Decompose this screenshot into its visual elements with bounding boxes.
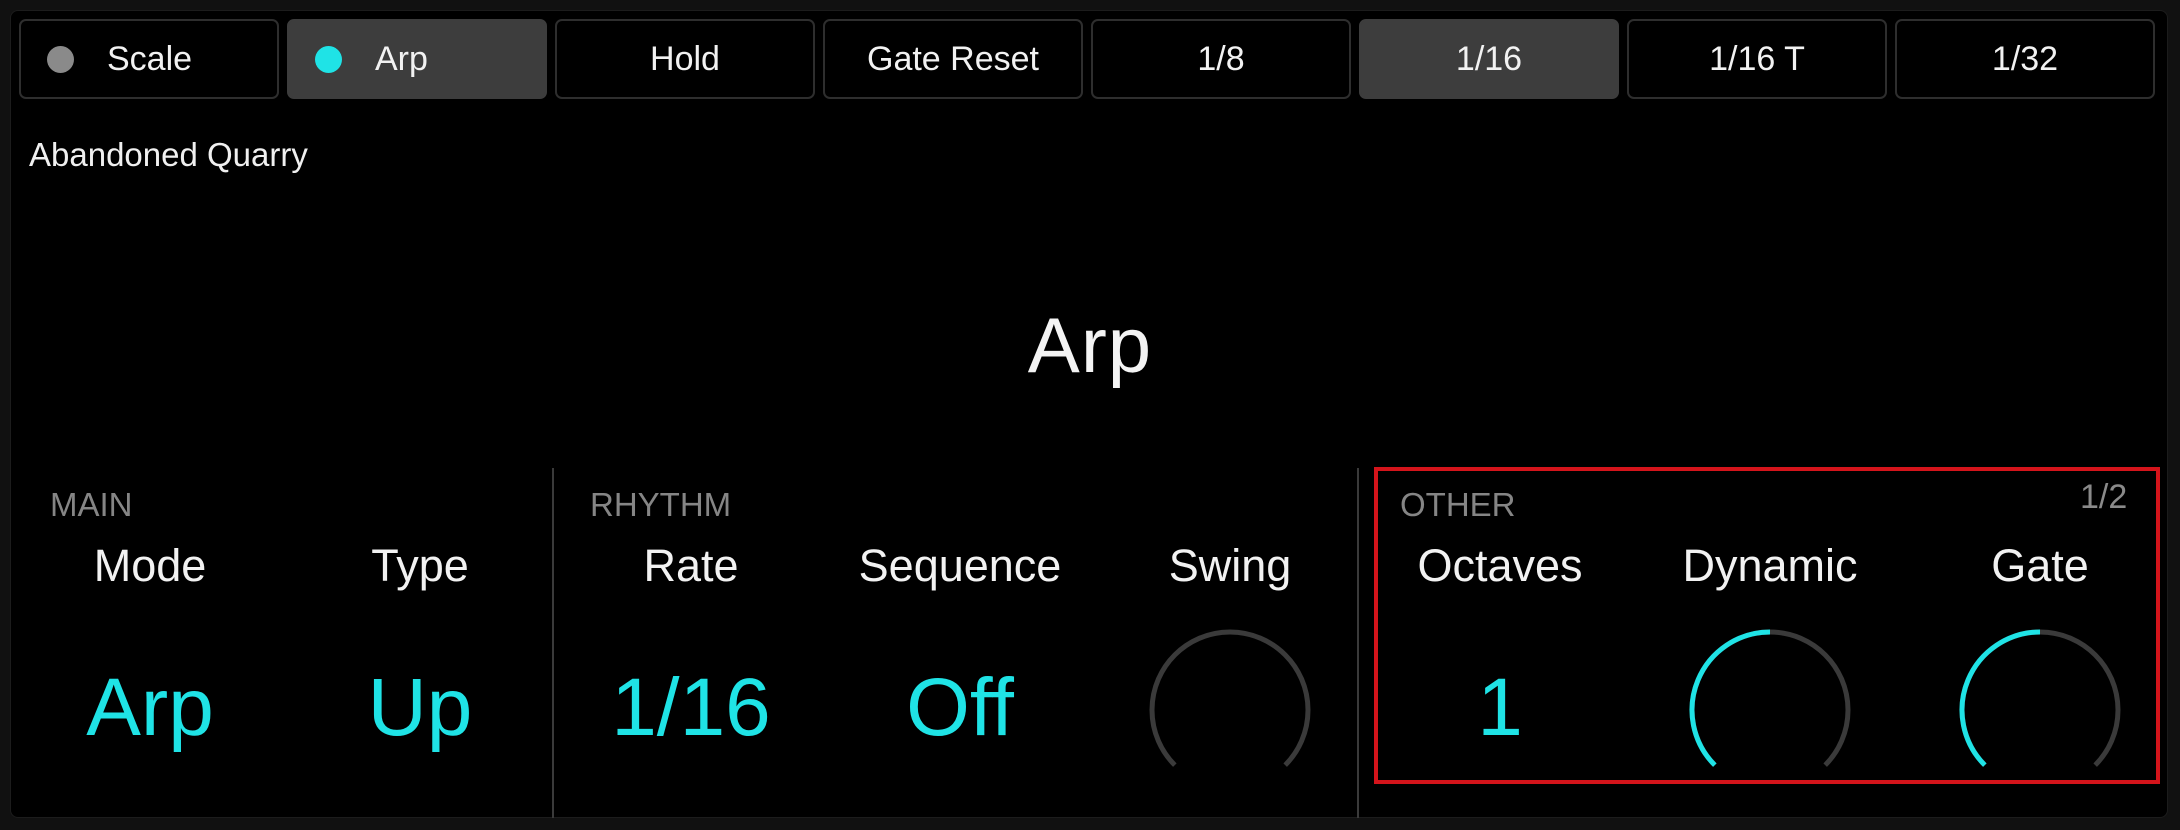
tab-scale[interactable]: Scale <box>19 19 279 99</box>
tab-label: Arp <box>375 39 428 78</box>
tab-gate-reset[interactable]: Gate Reset <box>823 19 1083 99</box>
param-name: Dynamic <box>1682 540 1858 591</box>
param-value: Arp <box>86 662 214 753</box>
tab-label: 1/16 T <box>1709 39 1805 78</box>
param-sequence[interactable]: Sequence Off <box>830 536 1090 758</box>
tab-label: 1/16 <box>1455 39 1523 78</box>
tab-label: Gate Reset <box>867 39 1039 78</box>
tab-rate-1-16-t[interactable]: 1/16 T <box>1627 19 1887 99</box>
param-type[interactable]: Type Up <box>290 536 550 758</box>
param-dynamic[interactable]: Dynamic <box>1640 536 1900 596</box>
section-divider <box>1357 468 1359 818</box>
tab-rate-1-32[interactable]: 1/32 <box>1895 19 2155 99</box>
scale-status-dot-icon <box>47 45 74 73</box>
param-mode[interactable]: Mode Arp <box>20 536 280 758</box>
param-name: Octaves <box>1417 540 1583 591</box>
tab-label: 1/32 <box>1991 39 2059 78</box>
section-label-main: MAIN <box>50 486 133 523</box>
top-button-bar: Scale Arp Hold Gate Reset 1/8 1/16 1/16 … <box>19 19 2155 99</box>
param-name: Swing <box>1168 540 1292 591</box>
tab-arp[interactable]: Arp <box>287 19 547 99</box>
page-indicator: 1/2 <box>2080 478 2128 516</box>
section-label-rhythm: RHYTHM <box>590 486 732 523</box>
param-name: Type <box>371 540 469 591</box>
param-rate[interactable]: Rate 1/16 <box>561 536 821 758</box>
section-label-other: OTHER <box>1400 486 1516 523</box>
param-name: Mode <box>93 540 207 591</box>
section-divider <box>552 468 554 818</box>
knob-track <box>1149 629 1311 767</box>
param-name: Gate <box>1991 540 2089 591</box>
param-swing[interactable]: Swing <box>1100 536 1360 596</box>
knob-value-arc <box>1959 629 2041 767</box>
tab-label: Hold <box>650 39 720 78</box>
param-value: 1/16 <box>611 662 771 753</box>
param-value: Off <box>906 662 1014 753</box>
tab-hold[interactable]: Hold <box>555 19 815 99</box>
tab-rate-1-16[interactable]: 1/16 <box>1359 19 1619 99</box>
swing-knob[interactable] <box>1140 620 1320 790</box>
param-octaves[interactable]: Octaves 1 <box>1370 536 1630 758</box>
knob-value-arc <box>1689 629 1771 767</box>
tab-label: 1/8 <box>1197 39 1245 78</box>
param-name: Sequence <box>858 540 1062 591</box>
tab-label: Scale <box>107 39 193 78</box>
tab-rate-1-8[interactable]: 1/8 <box>1091 19 1351 99</box>
preset-name: Abandoned Quarry <box>29 136 308 173</box>
param-value: 1 <box>1477 662 1523 753</box>
gate-knob[interactable] <box>1950 620 2130 790</box>
param-value: Up <box>367 662 473 753</box>
param-gate[interactable]: Gate <box>1910 536 2170 596</box>
param-name: Rate <box>643 540 739 591</box>
arp-status-dot-icon <box>315 45 342 73</box>
dynamic-knob[interactable] <box>1680 620 1860 790</box>
device-title: Arp <box>1027 301 1153 389</box>
